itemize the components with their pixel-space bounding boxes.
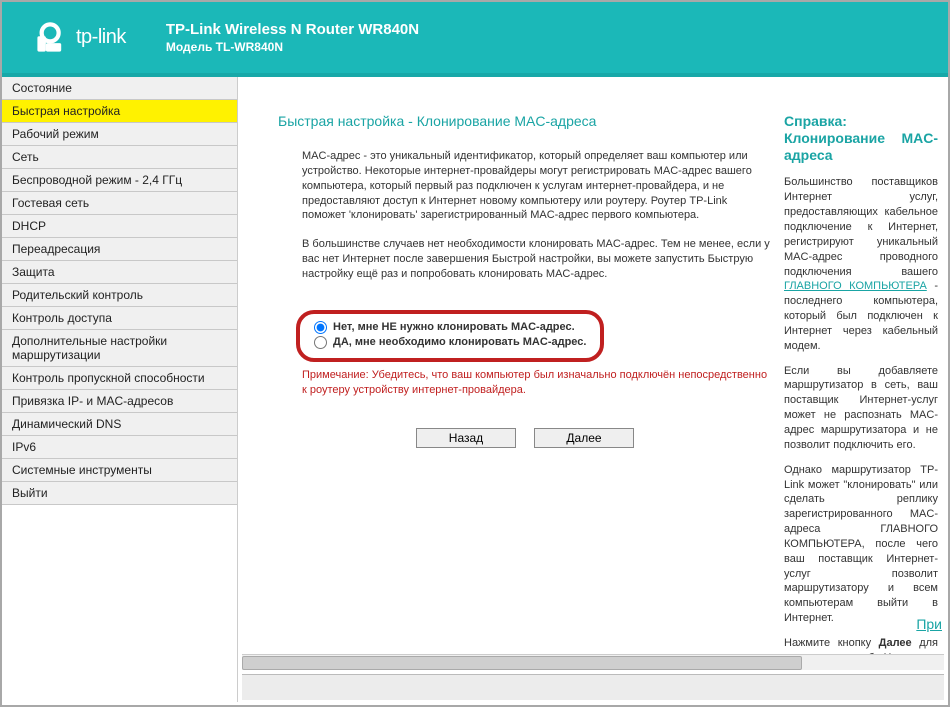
- sidebar-item-4[interactable]: Беспроводной режим - 2,4 ГГц: [2, 169, 237, 192]
- radio-no-clone[interactable]: Нет, мне НЕ нужно клонировать MAC-адрес.: [314, 320, 586, 335]
- sidebar-item-6[interactable]: DHCP: [2, 215, 237, 238]
- note-text: Убедитесь, что ваш компьютер был изначал…: [302, 369, 767, 396]
- intro-paragraph-2: В большинстве случаев нет необходимости …: [302, 237, 772, 282]
- sidebar-item-7[interactable]: Переадресация: [2, 238, 237, 261]
- sidebar-item-2[interactable]: Рабочий режим: [2, 123, 237, 146]
- wizard-buttons: Назад Далее: [278, 428, 772, 448]
- product-title: TP-Link Wireless N Router WR840N: [166, 20, 419, 40]
- page-title: Быстрая настройка - Клонирование MAC-адр…: [278, 113, 772, 129]
- radio-no-clone-input[interactable]: [314, 321, 327, 334]
- help-paragraph-3: Однако маршрутизатор TP-Link может "клон…: [784, 463, 938, 626]
- sidebar-item-11[interactable]: Дополнительные настройки маршрутизации: [2, 330, 237, 367]
- brand-text: tp-link: [76, 26, 126, 49]
- sidebar-item-5[interactable]: Гостевая сеть: [2, 192, 237, 215]
- horizontal-scrollbar[interactable]: [242, 654, 944, 670]
- help-panel: Справка: Клонирование MAC-адреса Большин…: [784, 113, 938, 654]
- sidebar-item-17[interactable]: Выйти: [2, 482, 237, 505]
- radio-no-clone-label: Нет, мне НЕ нужно клонировать MAC-адрес.: [333, 321, 575, 333]
- app-header: tp-link TP-Link Wireless N Router WR840N…: [2, 2, 948, 77]
- sidebar-item-12[interactable]: Контроль пропускной способности: [2, 367, 237, 390]
- radio-yes-clone[interactable]: ДА, мне необходимо клонировать MAC-адрес…: [314, 335, 586, 350]
- back-button[interactable]: Назад: [416, 428, 516, 448]
- sidebar-item-13[interactable]: Привязка IP- и MAC-адресов: [2, 390, 237, 413]
- scrollbar-thumb[interactable]: [242, 656, 802, 670]
- sidebar-item-8[interactable]: Защита: [2, 261, 237, 284]
- help-next-ref: Далее: [879, 637, 912, 649]
- radio-yes-clone-label: ДА, мне необходимо клонировать MAC-адрес…: [333, 336, 586, 348]
- next-button[interactable]: Далее: [534, 428, 634, 448]
- sidebar-nav: СостояниеБыстрая настройкаРабочий режимС…: [2, 77, 238, 702]
- clone-note: Примечание: Убедитесь, что ваш компьютер…: [302, 368, 772, 398]
- content-column: Быстрая настройка - Клонирование MAC-адр…: [278, 113, 772, 654]
- note-label: Примечание:: [302, 369, 369, 381]
- main-panel: Быстрая настройка - Клонирование MAC-адр…: [238, 77, 948, 702]
- help-link-main-computer[interactable]: ГЛАВНОГО КОМПЬЮТЕРА: [784, 280, 927, 292]
- footer-strip: [242, 674, 944, 700]
- help-title: Справка: Клонирование MAC-адреса: [784, 113, 938, 163]
- sidebar-item-16[interactable]: Системные инструменты: [2, 459, 237, 482]
- intro-paragraph-1: MAC-адрес - это уникальный идентификатор…: [302, 149, 772, 223]
- help-paragraph-1: Большинство поставщиков Интернет услуг, …: [784, 175, 938, 353]
- help-paragraph-2: Если вы добавляете маршрутизатор в сеть,…: [784, 364, 938, 453]
- truncated-link[interactable]: При: [916, 616, 942, 632]
- header-titles: TP-Link Wireless N Router WR840N Модель …: [166, 20, 419, 55]
- sidebar-item-3[interactable]: Сеть: [2, 146, 237, 169]
- sidebar-item-1[interactable]: Быстрая настройка: [2, 100, 237, 123]
- sidebar-item-10[interactable]: Контроль доступа: [2, 307, 237, 330]
- sidebar-item-0[interactable]: Состояние: [2, 77, 237, 100]
- radio-yes-clone-input[interactable]: [314, 336, 327, 349]
- model-subtitle: Модель TL-WR840N: [166, 40, 419, 56]
- mac-clone-radio-group: Нет, мне НЕ нужно клонировать MAC-адрес.…: [296, 310, 604, 362]
- help-paragraph-4: Нажмите кнопку Далее для продолжения либ…: [784, 636, 938, 654]
- sidebar-item-15[interactable]: IPv6: [2, 436, 237, 459]
- tplink-logo-icon: [34, 21, 68, 55]
- sidebar-item-9[interactable]: Родительский контроль: [2, 284, 237, 307]
- brand-logo: tp-link: [34, 21, 126, 55]
- sidebar-item-14[interactable]: Динамический DNS: [2, 413, 237, 436]
